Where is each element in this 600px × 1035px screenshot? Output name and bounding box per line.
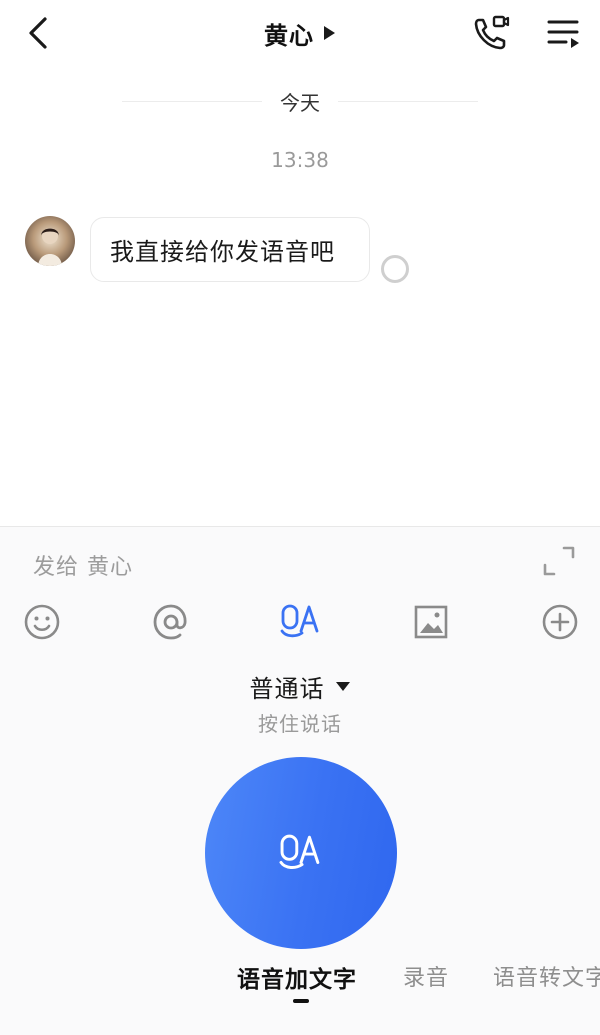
message-bubble[interactable]: 我直接给你发语音吧 — [90, 217, 370, 282]
language-label[interactable]: 普通话 — [250, 669, 325, 704]
plus-icon — [542, 604, 578, 640]
more-button[interactable] — [540, 602, 580, 642]
call-button[interactable] — [470, 12, 514, 54]
caret-down-icon[interactable] — [335, 680, 351, 692]
divider — [122, 100, 262, 102]
mention-button[interactable] — [151, 602, 191, 642]
message-time: 13:38 — [271, 148, 329, 172]
image-button[interactable] — [411, 602, 451, 642]
voice-text-button[interactable] — [280, 602, 322, 642]
expand-button[interactable] — [542, 544, 576, 578]
voice-text-icon — [280, 604, 319, 638]
hold-to-talk-hint: 按住说话 — [258, 712, 342, 736]
language-selector[interactable]: 普通话 — [0, 668, 600, 704]
message-input[interactable]: 发给 黄心 — [33, 549, 133, 581]
avatar[interactable] — [25, 216, 75, 266]
back-button[interactable] — [20, 14, 56, 52]
caret-right-icon[interactable] — [322, 25, 336, 41]
unread-status-icon — [381, 255, 409, 283]
chat-title[interactable]: 黄心 — [264, 16, 314, 51]
chevron-left-icon — [29, 17, 47, 49]
chat-menu-button[interactable] — [542, 12, 586, 54]
image-icon — [414, 605, 448, 639]
active-tab-indicator — [293, 999, 309, 1003]
avatar-photo — [38, 228, 62, 266]
hold-to-talk-button[interactable] — [205, 757, 397, 949]
menu-icon — [547, 20, 579, 48]
tab-record[interactable]: 录音 — [403, 960, 449, 992]
voice-text-icon — [279, 834, 320, 869]
at-icon — [153, 604, 187, 640]
date-label: 今天 — [280, 90, 320, 115]
expand-icon — [543, 546, 575, 576]
divider — [338, 100, 478, 102]
date-separator: 今天 — [0, 85, 600, 117]
emoji-icon — [24, 604, 60, 640]
emoji-button[interactable] — [22, 602, 62, 642]
phone-video-icon — [474, 15, 510, 50]
tab-speech-to-text[interactable]: 语音转文字 — [493, 960, 600, 992]
tab-voice-and-text[interactable]: 语音加文字 — [237, 960, 357, 994]
header-bar: 黄心 — [0, 0, 600, 66]
